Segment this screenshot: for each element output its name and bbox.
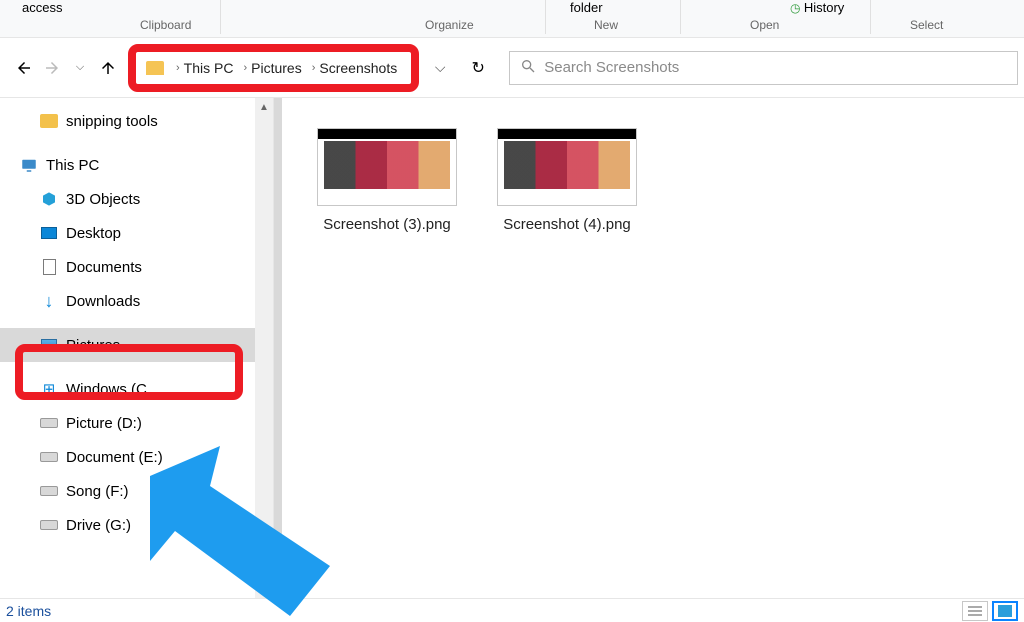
chevron-right-icon: ›: [312, 62, 316, 74]
ribbon-history[interactable]: ◷ History: [790, 0, 844, 15]
drive-icon: [40, 418, 58, 428]
tree-item-documents[interactable]: Documents: [0, 250, 273, 284]
tree-item-this-pc[interactable]: This PC: [0, 148, 273, 182]
tree-item-pictures[interactable]: Pictures: [0, 328, 273, 362]
tree-item-label: Document (E:): [66, 449, 163, 466]
file-thumbnail: [317, 128, 457, 206]
tree-item-downloads[interactable]: ↓ Downloads: [0, 284, 273, 318]
breadcrumb-segment[interactable]: Pictures: [251, 60, 302, 76]
breadcrumb-segment[interactable]: This PC: [184, 60, 234, 76]
tree-item-desktop[interactable]: Desktop: [0, 216, 273, 250]
file-item[interactable]: Screenshot (4).png: [492, 128, 642, 235]
tree-item-label: Windows (C: [66, 381, 147, 398]
content-pane[interactable]: Screenshot (3).png Screenshot (4).png: [282, 98, 1024, 598]
document-icon: [43, 259, 56, 275]
tree-item-drive-d[interactable]: Picture (D:): [0, 406, 273, 440]
status-bar: 2 items: [0, 598, 1024, 622]
ribbon-new-folder[interactable]: folder: [570, 0, 603, 15]
address-row: ⌵ ›This PC ›Pictures ›Screenshots ⌵ ↻: [0, 38, 1024, 98]
ribbon-group-clipboard: Clipboard: [140, 18, 191, 32]
search-box[interactable]: [509, 51, 1018, 85]
ribbon-group-new: New: [594, 18, 618, 32]
tree-scrollbar[interactable]: ▲ ▼: [255, 98, 273, 598]
pc-icon: [20, 156, 38, 174]
file-item[interactable]: Screenshot (3).png: [312, 128, 462, 235]
tree-item-label: Drive (G:): [66, 517, 131, 534]
tree-item-snipping[interactable]: snipping tools: [0, 104, 273, 138]
scroll-down-icon[interactable]: ▼: [259, 583, 269, 594]
back-button[interactable]: [12, 56, 36, 80]
address-bar[interactable]: ›This PC ›Pictures ›Screenshots: [128, 44, 419, 92]
windows-icon: ⊞: [40, 380, 58, 398]
tree-item-label: Picture (D:): [66, 415, 142, 432]
folder-icon: [146, 61, 164, 75]
tree-item-label: Song (F:): [66, 483, 129, 500]
file-label: Screenshot (3).png: [312, 214, 462, 235]
cube-icon: [40, 190, 58, 208]
ribbon-bar: access Clipboard Organize folder New Ope…: [0, 0, 1024, 38]
tree-item-drive-e[interactable]: Document (E:): [0, 440, 273, 474]
tree-item-label: Desktop: [66, 225, 121, 242]
tree-item-label: Pictures: [66, 337, 120, 354]
tree-item-3d-objects[interactable]: 3D Objects: [0, 182, 273, 216]
view-toggles: [962, 601, 1018, 621]
breadcrumb-segment[interactable]: Screenshots: [319, 60, 397, 76]
splitter[interactable]: [274, 98, 282, 598]
ribbon-group-select: Select: [910, 18, 943, 32]
drive-icon: [40, 520, 58, 530]
tree-item-label: This PC: [46, 157, 99, 174]
drive-icon: [40, 452, 58, 462]
tree-item-windows-c[interactable]: ⊞ Windows (C: [0, 372, 273, 406]
desktop-icon: [41, 227, 57, 239]
navigation-tree[interactable]: snipping tools This PC 3D Objects Deskto…: [0, 98, 274, 598]
forward-button[interactable]: [40, 56, 64, 80]
scroll-up-icon[interactable]: ▲: [259, 102, 269, 113]
chevron-right-icon: ›: [176, 62, 180, 74]
up-button[interactable]: [96, 56, 120, 80]
tree-item-drive-g[interactable]: Drive (G:): [0, 508, 273, 542]
ribbon-group-organize: Organize: [425, 18, 474, 32]
refresh-button[interactable]: ↻: [461, 52, 495, 84]
view-thumbnails-button[interactable]: [992, 601, 1018, 621]
ribbon-group-open: Open: [750, 18, 779, 32]
folder-icon: [40, 114, 58, 128]
search-icon: [520, 58, 536, 77]
file-label: Screenshot (4).png: [492, 214, 642, 235]
drive-icon: [40, 486, 58, 496]
address-dropdown[interactable]: ⌵: [423, 52, 457, 84]
recent-locations-button[interactable]: ⌵: [68, 56, 92, 80]
pictures-icon: [41, 339, 57, 351]
tree-item-label: 3D Objects: [66, 191, 140, 208]
search-input[interactable]: [544, 59, 1007, 76]
ribbon-quick-access: access: [22, 0, 62, 15]
download-icon: ↓: [40, 292, 58, 310]
main-area: snipping tools This PC 3D Objects Deskto…: [0, 98, 1024, 598]
tree-item-label: snipping tools: [66, 113, 158, 130]
file-thumbnail: [497, 128, 637, 206]
tree-item-label: Documents: [66, 259, 142, 276]
tree-item-label: Downloads: [66, 293, 140, 310]
status-item-count: 2 items: [6, 603, 51, 619]
chevron-right-icon: ›: [243, 62, 247, 74]
tree-item-drive-f[interactable]: Song (F:): [0, 474, 273, 508]
view-details-button[interactable]: [962, 601, 988, 621]
